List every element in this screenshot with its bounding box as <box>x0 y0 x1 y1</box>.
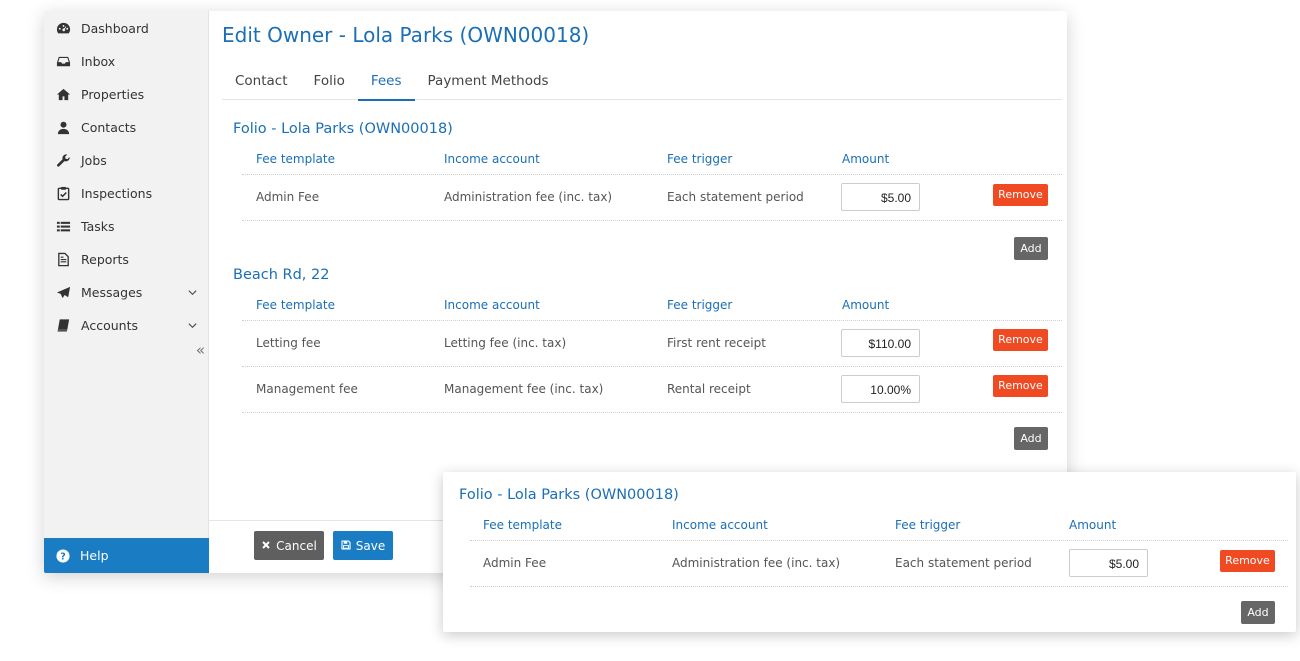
remove-button[interactable]: Remove <box>993 329 1048 351</box>
sidebar-item-jobs[interactable]: Jobs <box>44 144 208 177</box>
sidebar-item-label: Dashboard <box>81 21 149 36</box>
sidebar-item-label: Inspections <box>81 186 153 201</box>
column-header-fee-trigger: Fee trigger <box>895 518 961 532</box>
fee-trigger-cell: First rent receipt <box>667 336 766 350</box>
add-button[interactable]: Add <box>1014 237 1048 260</box>
fee-trigger-cell: Rental receipt <box>667 382 751 396</box>
income-account-cell: Administration fee (inc. tax) <box>444 190 613 204</box>
divider <box>470 540 1288 541</box>
sidebar-item-properties[interactable]: Properties <box>44 78 208 111</box>
sidebar-item-dashboard[interactable]: Dashboard <box>44 12 208 45</box>
remove-button[interactable]: Remove <box>1220 550 1275 572</box>
tab-fees[interactable]: Fees <box>357 69 415 101</box>
cancel-button[interactable]: Cancel <box>254 531 324 560</box>
fee-template-cell: Management fee <box>256 382 358 396</box>
sidebar-item-tasks[interactable]: Tasks <box>44 210 208 243</box>
income-account-cell: Letting fee (inc. tax) <box>444 336 567 350</box>
dashboard-icon <box>56 21 71 36</box>
sidebar-item-label: Properties <box>81 87 145 102</box>
sidebar-item-label: Inbox <box>81 54 116 69</box>
paper-plane-icon <box>56 285 71 300</box>
divider <box>242 174 1062 175</box>
remove-button[interactable]: Remove <box>993 184 1048 206</box>
help-button[interactable]: ? Help <box>44 538 209 573</box>
column-header-amount: Amount <box>842 298 890 312</box>
fee-template-cell: Admin Fee <box>483 556 547 570</box>
tab-folio[interactable]: Folio <box>301 69 358 100</box>
divider <box>242 366 1062 367</box>
sidebar-item-label: Tasks <box>81 219 115 234</box>
section-title-folio: Folio - Lola Parks (OWN00018) <box>233 121 453 137</box>
remove-button[interactable]: Remove <box>993 375 1048 397</box>
fee-trigger-cell: Each statement period <box>667 190 804 204</box>
column-header-amount: Amount <box>1069 518 1117 532</box>
tab-contact[interactable]: Contact <box>222 69 301 100</box>
column-header-fee-template: Fee template <box>256 298 335 312</box>
inbox-icon <box>56 54 71 69</box>
column-header-income-account: Income account <box>444 152 540 166</box>
clipboard-check-icon <box>56 186 71 201</box>
floppy-disk-icon <box>341 540 352 551</box>
income-account-cell: Management fee (inc. tax) <box>444 382 604 396</box>
section-title-property: Beach Rd, 22 <box>233 267 330 283</box>
divider <box>470 586 1288 587</box>
list-icon <box>56 219 71 234</box>
column-header-amount: Amount <box>842 152 890 166</box>
document-icon <box>56 252 71 267</box>
svg-text:?: ? <box>60 551 66 562</box>
question-circle-icon: ? <box>56 548 70 563</box>
amount-input[interactable]: $5.00 <box>841 183 920 211</box>
home-icon <box>56 87 71 102</box>
book-icon <box>56 318 71 333</box>
amount-input[interactable]: $110.00 <box>841 329 920 357</box>
add-button[interactable]: Add <box>1014 427 1048 450</box>
save-button[interactable]: Save <box>333 531 393 560</box>
sidebar-item-label: Reports <box>81 252 129 267</box>
column-header-fee-trigger: Fee trigger <box>667 152 733 166</box>
sidebar-item-label: Jobs <box>81 153 107 168</box>
amount-input[interactable]: $5.00 <box>1069 549 1148 577</box>
divider <box>242 220 1062 221</box>
sidebar-item-inspections[interactable]: Inspections <box>44 177 208 210</box>
fee-template-cell: Admin Fee <box>256 190 320 204</box>
sidebar-item-contacts[interactable]: Contacts <box>44 111 208 144</box>
cancel-label: Cancel <box>276 538 317 553</box>
divider <box>242 412 1062 413</box>
help-label: Help <box>80 548 109 563</box>
chevron-down-icon[interactable] <box>187 319 198 330</box>
user-icon <box>56 120 71 135</box>
chevron-down-icon[interactable] <box>187 286 198 297</box>
column-header-income-account: Income account <box>444 298 540 312</box>
tab-bar: Contact Folio Fees Payment Methods <box>222 69 1062 101</box>
divider <box>242 320 1062 321</box>
sidebar-item-reports[interactable]: Reports <box>44 243 208 276</box>
column-header-income-account: Income account <box>672 518 768 532</box>
fee-template-cell: Letting fee <box>256 336 321 350</box>
amount-input[interactable]: 10.00% <box>841 375 920 403</box>
sidebar-item-label: Contacts <box>81 120 137 135</box>
tab-payment-methods[interactable]: Payment Methods <box>415 69 562 100</box>
section-title-folio: Folio - Lola Parks (OWN00018) <box>459 487 679 503</box>
sidebar-item-accounts[interactable]: Accounts <box>44 309 208 342</box>
close-icon <box>261 540 272 551</box>
sidebar-item-inbox[interactable]: Inbox <box>44 45 208 78</box>
page-title: Edit Owner - Lola Parks (OWN00018) <box>222 23 590 47</box>
column-header-fee-template: Fee template <box>256 152 335 166</box>
column-header-fee-template: Fee template <box>483 518 562 532</box>
sidebar: Dashboard Inbox Properties Contacts Jobs… <box>44 11 209 573</box>
income-account-cell: Administration fee (inc. tax) <box>672 556 841 570</box>
sidebar-item-messages[interactable]: Messages <box>44 276 208 309</box>
sidebar-item-label: Messages <box>81 285 143 300</box>
add-button[interactable]: Add <box>1241 601 1275 624</box>
save-label: Save <box>355 538 386 553</box>
collapse-sidebar-icon[interactable]: « <box>196 341 205 359</box>
sidebar-item-label: Accounts <box>81 318 138 333</box>
wrench-icon <box>56 153 71 168</box>
zoomed-folio-card: Folio - Lola Parks (OWN00018) Fee templa… <box>443 472 1296 632</box>
column-header-fee-trigger: Fee trigger <box>667 298 733 312</box>
fee-trigger-cell: Each statement period <box>895 556 1032 570</box>
